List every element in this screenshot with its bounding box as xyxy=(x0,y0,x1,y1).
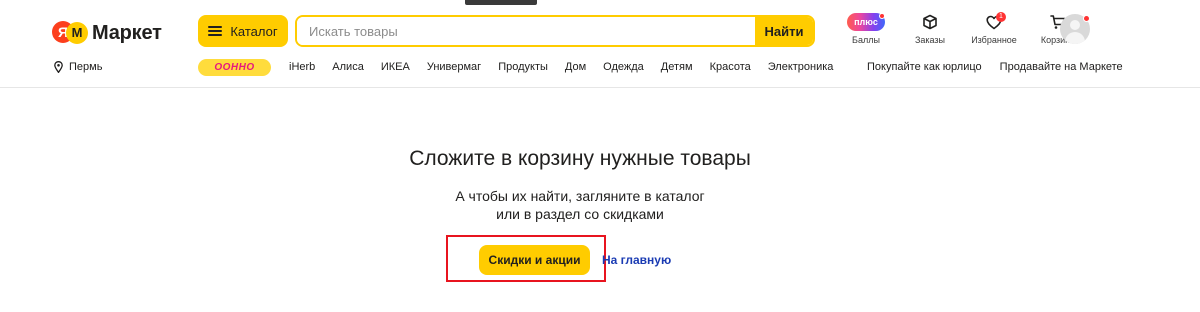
nav-link-electronics[interactable]: Электроника xyxy=(768,61,834,73)
logo-text: Маркет xyxy=(92,21,162,44)
favorites-label: Избранное xyxy=(971,35,1017,45)
business-links: Покупайте как юрлицо Продавайте на Марке… xyxy=(867,61,1123,73)
nav-link-beauty[interactable]: Красота xyxy=(710,61,751,73)
empty-cart-section: Сложите в корзину нужные товары А чтобы … xyxy=(0,89,1200,312)
promo-badge[interactable]: OOHHO xyxy=(198,59,271,76)
subtitle-line-2: или в раздел со скидками xyxy=(496,206,664,222)
promo-badge-text: OOHHO xyxy=(214,62,255,73)
buy-as-company-link[interactable]: Покупайте как юрлицо xyxy=(867,61,982,73)
favorites-button[interactable]: 1 Избранное xyxy=(966,12,1022,45)
logo-m-icon: М xyxy=(66,22,88,44)
nav-link-kids[interactable]: Детям xyxy=(661,61,693,73)
yandex-market-logo[interactable]: Я М Маркет xyxy=(52,20,162,46)
nav-link-univermag[interactable]: Универмаг xyxy=(427,61,481,73)
location-label: Пермь xyxy=(69,61,103,73)
deals-button[interactable]: Скидки и акции xyxy=(479,245,590,275)
search-input[interactable] xyxy=(297,17,755,45)
favorites-count-badge: 1 xyxy=(996,12,1006,22)
orders-button[interactable]: Заказы xyxy=(902,12,958,45)
home-link[interactable]: На главную xyxy=(602,253,671,267)
plus-points-label: Баллы xyxy=(852,35,880,45)
plus-points-button[interactable]: плюс Баллы xyxy=(838,12,894,45)
menu-icon xyxy=(208,26,223,36)
nav-link-iherb[interactable]: iHerb xyxy=(289,61,315,73)
search-bar: Найти xyxy=(295,15,815,47)
nav-link-clothes[interactable]: Одежда xyxy=(603,61,644,73)
avatar-notification-dot xyxy=(1083,15,1090,22)
catalog-button[interactable]: Каталог xyxy=(198,15,288,47)
empty-cart-subtitle: А чтобы их найти, загляните в каталог ил… xyxy=(0,187,1160,223)
nav-link-ikea[interactable]: ИКЕА xyxy=(381,61,410,73)
header-icons: плюс Баллы Заказы 1 Избранное Корзина xyxy=(838,12,1086,45)
location-selector[interactable]: Пермь xyxy=(54,61,102,73)
search-button[interactable]: Найти xyxy=(755,17,813,45)
header-nav: Пермь OOHHO iHerb Алиса ИКЕА Универмаг П… xyxy=(0,58,1200,80)
location-pin-icon xyxy=(54,61,63,73)
catalog-label: Каталог xyxy=(230,23,278,39)
subtitle-line-1: А чтобы их найти, загляните в каталог xyxy=(455,188,705,204)
sell-on-market-link[interactable]: Продавайте на Маркете xyxy=(1000,61,1123,73)
category-links: iHerb Алиса ИКЕА Универмаг Продукты Дом … xyxy=(289,61,833,73)
nav-link-home[interactable]: Дом xyxy=(565,61,586,73)
orders-label: Заказы xyxy=(914,35,946,45)
nav-link-alisa[interactable]: Алиса xyxy=(332,61,364,73)
logo-mark-icon: Я М xyxy=(52,21,88,45)
site-header: Я М Маркет Каталог Найти плюс Баллы Зака… xyxy=(0,0,1200,88)
nav-link-products[interactable]: Продукты xyxy=(498,61,548,73)
plus-notification-dot xyxy=(879,13,885,19)
empty-cart-title: Сложите в корзину нужные товары xyxy=(409,147,751,170)
box-icon xyxy=(922,12,938,32)
